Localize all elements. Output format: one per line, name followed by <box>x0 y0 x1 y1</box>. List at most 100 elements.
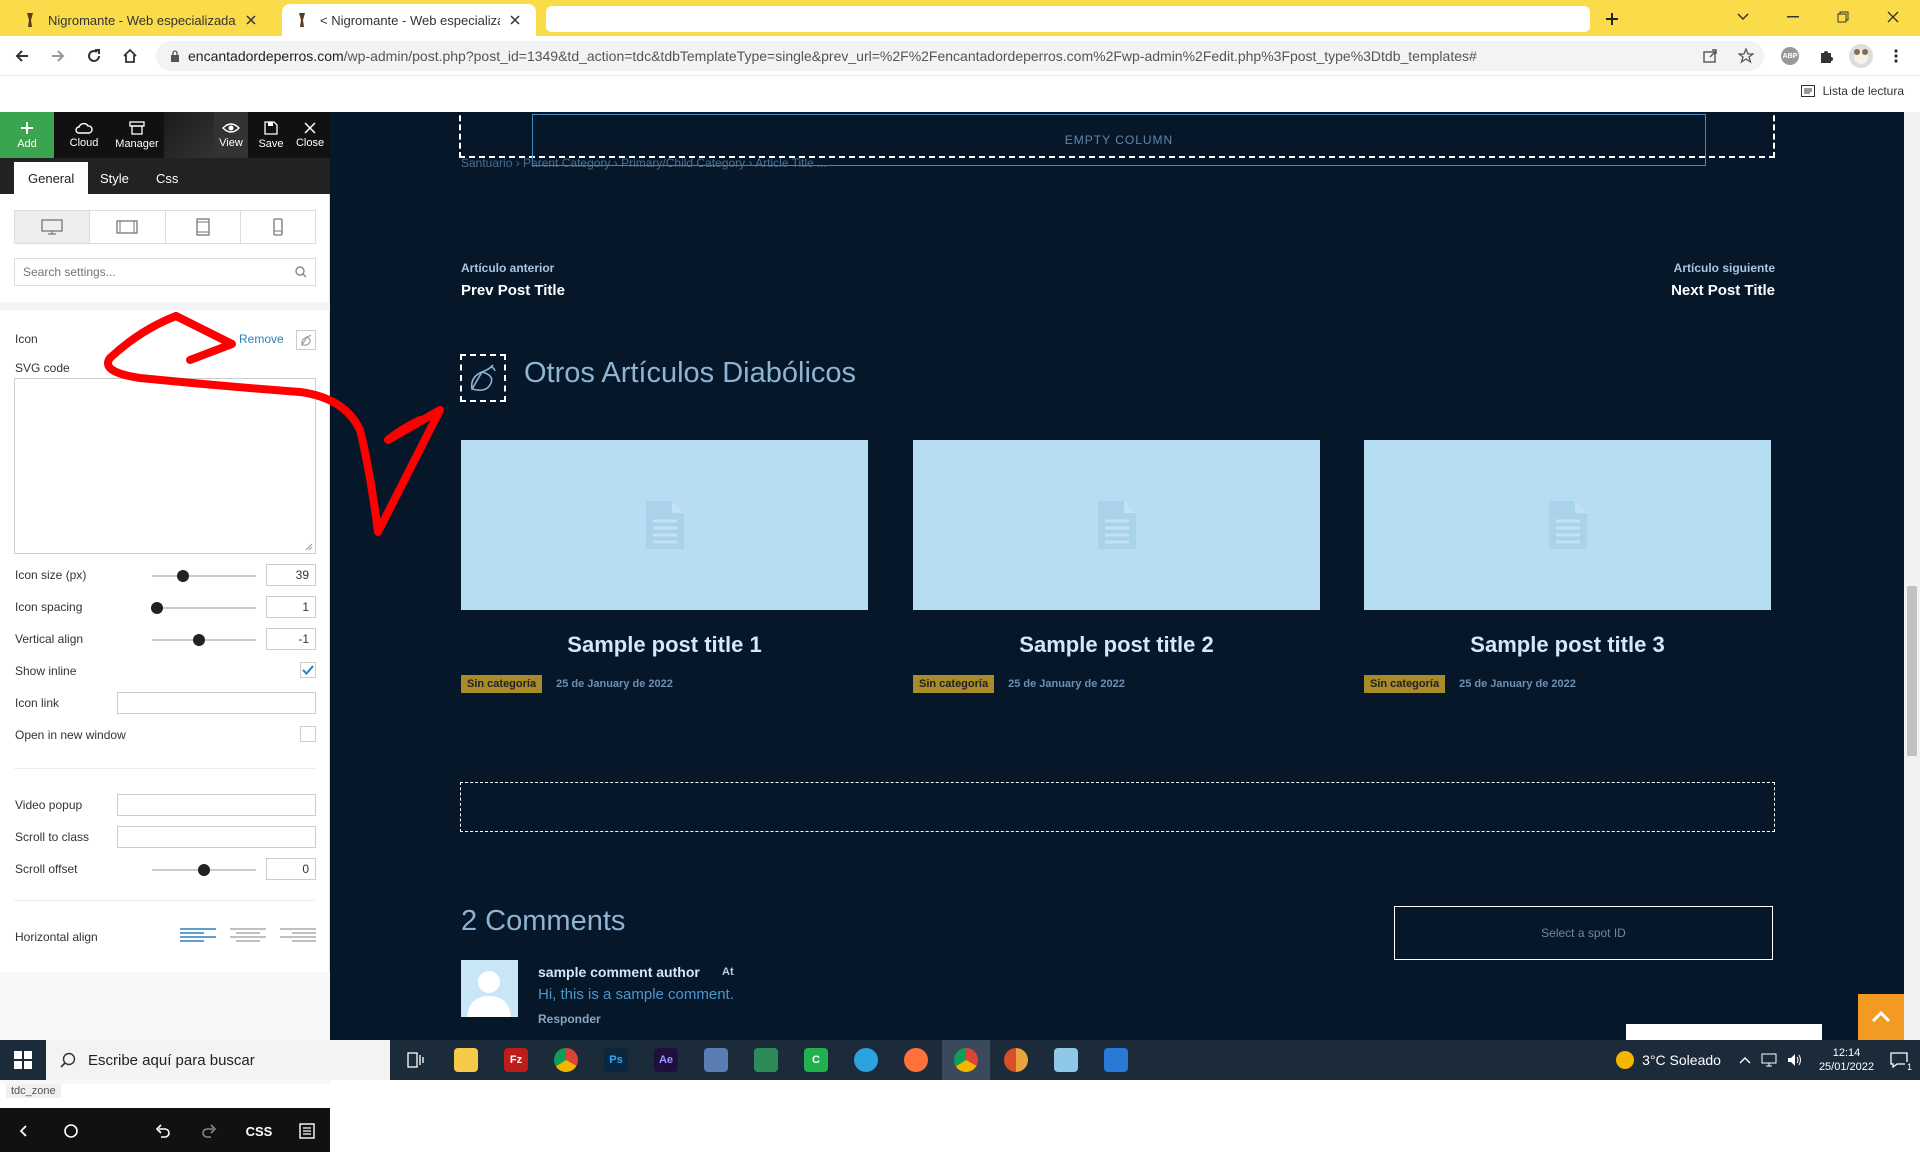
icon-size-slider-knob[interactable] <box>177 570 190 582</box>
tab-search-icon[interactable] <box>1720 0 1766 34</box>
notepad-icon[interactable] <box>1042 1040 1090 1080</box>
volume-icon[interactable] <box>1787 1053 1803 1067</box>
post-card[interactable]: Sample post title 3 Sin categoría 25 de J… <box>1364 440 1771 693</box>
layers-list-icon[interactable] <box>296 1120 318 1142</box>
home-icon[interactable] <box>118 44 142 68</box>
lock-icon[interactable] <box>170 50 180 62</box>
vertical-align-slider-knob[interactable] <box>192 634 205 646</box>
corel-icon[interactable] <box>742 1040 790 1080</box>
section-heading[interactable]: Otros Artículos Diabólicos <box>524 357 856 390</box>
open-new-window-checkbox[interactable] <box>300 726 316 742</box>
empty-row-outline[interactable] <box>460 782 1775 832</box>
category-badge[interactable]: Sin categoría <box>1364 675 1446 693</box>
video-popup-input[interactable] <box>117 794 316 816</box>
task-view-icon[interactable] <box>392 1040 440 1080</box>
phone-view-button[interactable] <box>241 211 315 243</box>
adblock-extension-icon[interactable]: ABP <box>1780 46 1800 66</box>
icon-spacing-input[interactable]: 1 <box>266 596 316 618</box>
forward-button[interactable] <box>46 44 70 68</box>
remove-icon-link[interactable]: Remove <box>239 332 284 346</box>
add-button[interactable]: Add <box>0 112 54 158</box>
selected-icon-element[interactable] <box>460 354 506 402</box>
clock[interactable]: 12:14 25/01/2022 <box>1819 1046 1874 1074</box>
post-thumbnail[interactable] <box>461 440 868 610</box>
scroll-offset-input[interactable]: 0 <box>266 858 316 880</box>
taskbar-search[interactable]: Escribe aquí para buscar <box>46 1040 390 1080</box>
close-window-button[interactable] <box>1870 0 1916 34</box>
icon-spacing-slider-knob[interactable] <box>151 602 164 614</box>
firefox-icon[interactable] <box>892 1040 940 1080</box>
document-app-icon[interactable] <box>1092 1040 1140 1080</box>
close-tab-icon[interactable] <box>242 11 260 29</box>
post-card[interactable]: Sample post title 1 Sin categoría 25 de J… <box>461 440 868 693</box>
align-right-button[interactable] <box>280 924 316 944</box>
redo-icon[interactable] <box>198 1120 220 1142</box>
reply-link[interactable]: Responder <box>538 1012 601 1026</box>
circle-icon[interactable] <box>60 1120 82 1142</box>
close-tab-icon[interactable] <box>506 11 524 29</box>
comment-author[interactable]: sample comment author <box>538 964 700 980</box>
desktop-view-button[interactable] <box>15 211 91 243</box>
post-title[interactable]: Sample post title 2 <box>913 632 1320 658</box>
settings-search[interactable] <box>14 258 316 286</box>
file-explorer-icon[interactable] <box>442 1040 490 1080</box>
icon-size-input[interactable]: 39 <box>266 564 316 586</box>
browser-tab-2[interactable]: < Nigromante - Web especializada <box>282 4 536 36</box>
tablet-landscape-button[interactable] <box>90 211 166 243</box>
browser-tab-1[interactable]: Nigromante - Web especializada <box>10 4 272 36</box>
ad-spot-box[interactable]: Select a spot ID <box>1394 906 1773 960</box>
manager-button[interactable]: Manager <box>110 112 164 158</box>
save-button[interactable]: Save <box>254 112 288 158</box>
show-inline-checkbox[interactable] <box>300 662 316 678</box>
icon-size-slider[interactable] <box>152 570 256 582</box>
category-badge[interactable]: Sin categoría <box>913 675 995 693</box>
align-left-button[interactable] <box>180 924 216 944</box>
cloud-button[interactable]: Cloud <box>60 112 108 158</box>
extensions-puzzle-icon[interactable] <box>1816 46 1836 66</box>
icon-link-input[interactable] <box>117 692 316 714</box>
next-post-link[interactable]: Next Post Title <box>1671 282 1775 299</box>
camtasia-icon[interactable]: C <box>792 1040 840 1080</box>
restore-button[interactable] <box>1820 0 1866 34</box>
bookmark-star-icon[interactable] <box>1736 46 1756 66</box>
weather-sun-icon[interactable] <box>1616 1051 1635 1069</box>
address-bar[interactable]: encantadordeperros.com/wp-admin/post.php… <box>156 41 1764 71</box>
chrome-canary-icon[interactable] <box>992 1040 1040 1080</box>
category-badge[interactable]: Sin categoría <box>461 675 543 693</box>
scrollbar-thumb[interactable] <box>1907 586 1917 756</box>
telegram-icon[interactable] <box>842 1040 890 1080</box>
post-title[interactable]: Sample post title 1 <box>461 632 868 658</box>
undo-icon[interactable] <box>152 1120 174 1142</box>
filezilla-icon[interactable]: Fz <box>492 1040 540 1080</box>
reload-icon[interactable] <box>82 44 106 68</box>
prev-post-link[interactable]: Prev Post Title <box>461 282 565 299</box>
vertical-align-slider[interactable] <box>152 634 256 646</box>
tab-general[interactable]: General <box>14 162 89 194</box>
share-icon[interactable] <box>1700 46 1720 66</box>
reading-list-button[interactable]: Lista de lectura <box>1800 84 1904 98</box>
breadcrumb[interactable]: Santuario › Parent Category › Primary/Ch… <box>461 156 827 170</box>
scroll-offset-slider-knob[interactable] <box>198 864 210 876</box>
back-to-top-button[interactable] <box>1858 994 1904 1040</box>
settings-search-input[interactable] <box>23 265 295 279</box>
tablet-portrait-button[interactable] <box>166 211 241 243</box>
after-effects-icon[interactable]: Ae <box>642 1040 690 1080</box>
new-tab-button[interactable] <box>1600 8 1624 30</box>
post-title[interactable]: Sample post title 3 <box>1364 632 1771 658</box>
resize-handle-icon[interactable] <box>305 543 313 551</box>
minimize-button[interactable] <box>1770 0 1816 34</box>
tab-style[interactable]: Style <box>86 162 143 194</box>
svg-code-textarea[interactable] <box>14 378 316 554</box>
vertical-align-input[interactable]: -1 <box>266 628 316 650</box>
notifications-icon[interactable]: 1 <box>1890 1052 1914 1072</box>
scroll-to-class-input[interactable] <box>117 826 316 848</box>
browser-menu-icon[interactable] <box>1886 46 1906 66</box>
weather-text[interactable]: 3°C Soleado <box>1642 1052 1721 1068</box>
post-card[interactable]: Sample post title 2 Sin categoría 25 de J… <box>913 440 1320 693</box>
icon-picker-button[interactable] <box>296 330 316 350</box>
close-button[interactable]: Close <box>292 112 328 158</box>
page-scrollbar[interactable] <box>1904 112 1920 1040</box>
profile-avatar[interactable] <box>1848 43 1874 69</box>
back-button[interactable] <box>10 44 34 68</box>
post-thumbnail[interactable] <box>913 440 1320 610</box>
